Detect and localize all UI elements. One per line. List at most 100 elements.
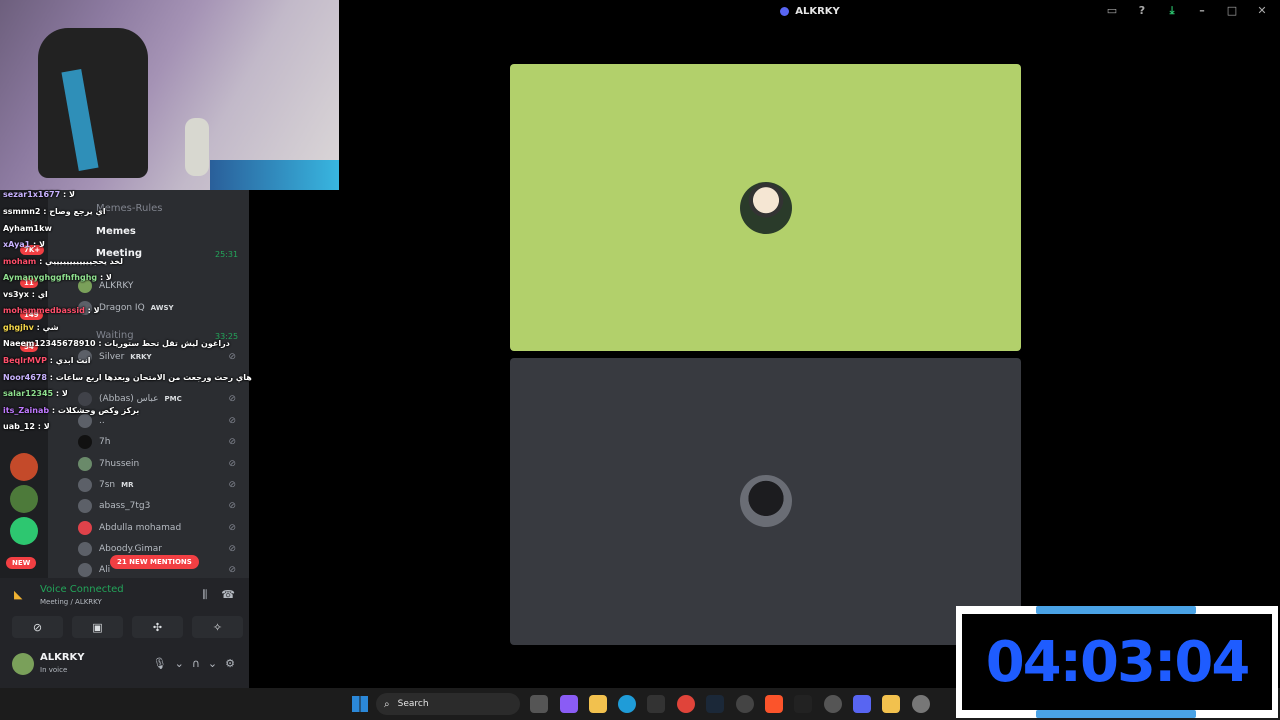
user-tag: KRKY bbox=[130, 353, 152, 361]
close-icon[interactable]: ✕ bbox=[1254, 4, 1270, 18]
activities-button[interactable]: ✣ bbox=[132, 616, 183, 638]
voice-status[interactable]: Voice Connected bbox=[40, 584, 124, 595]
avatar bbox=[78, 457, 92, 471]
channel-memes[interactable]: Memes bbox=[96, 226, 136, 237]
microphone bbox=[185, 118, 209, 176]
avatar bbox=[78, 499, 92, 513]
deafened-icon: ⊘ bbox=[228, 544, 236, 554]
avatar bbox=[78, 392, 92, 406]
user-tag: PMC bbox=[164, 395, 182, 403]
disconnect-icon[interactable]: ☎ bbox=[221, 588, 235, 602]
new-mentions-pill[interactable]: 21 NEW MENTIONS bbox=[110, 555, 199, 569]
voice-panel: ◣ Voice Connected Meeting / ALKRKY ⫼ ☎ ⊘… bbox=[0, 578, 249, 688]
deafened-icon: ⊘ bbox=[228, 352, 236, 362]
chat-message: ghgjhv : شي bbox=[3, 323, 59, 332]
discord-icon[interactable] bbox=[853, 695, 871, 713]
camera-button[interactable]: ⊘ bbox=[12, 616, 63, 638]
folder-icon[interactable] bbox=[882, 695, 900, 713]
minimize-icon[interactable]: – bbox=[1194, 4, 1210, 18]
server-icon[interactable] bbox=[10, 485, 38, 513]
deafened-icon: ⊘ bbox=[228, 437, 236, 447]
call-tile-dragon[interactable] bbox=[510, 358, 1021, 645]
screen-share-button[interactable]: ▣ bbox=[72, 616, 123, 638]
voice-user[interactable]: 7sn MR ⊘ bbox=[78, 476, 248, 494]
microphone-icon[interactable]: 🎙 bbox=[153, 657, 167, 670]
avatar bbox=[78, 478, 92, 492]
settings-gear-icon[interactable] bbox=[912, 695, 930, 713]
title-bar: ALKRKY ▭ ? ⤓ – □ ✕ bbox=[340, 0, 1280, 22]
download-icon[interactable]: ⤓ bbox=[1164, 4, 1180, 18]
avatar bbox=[78, 521, 92, 535]
windows-start-icon[interactable] bbox=[352, 696, 368, 712]
screen-share-icon[interactable]: ▭ bbox=[1104, 4, 1120, 18]
maximize-icon[interactable]: □ bbox=[1224, 4, 1240, 18]
voice-user[interactable]: Silver KRKY ⊘ bbox=[78, 348, 248, 366]
led-strip bbox=[210, 160, 339, 190]
user-status: In voice bbox=[40, 666, 68, 674]
username[interactable]: ALKRKY bbox=[40, 652, 85, 663]
stream-clock-overlay: 04:03:04 bbox=[956, 606, 1278, 718]
avatar bbox=[78, 542, 92, 556]
signal-icon[interactable]: ◣ bbox=[14, 588, 22, 601]
discord-logo-icon bbox=[780, 6, 790, 16]
user-avatar bbox=[740, 475, 792, 527]
user-tag: AWSY bbox=[150, 304, 174, 312]
voice-user[interactable]: 7hussein ⊘ bbox=[78, 455, 248, 473]
chat-message: BeqlrMVP : انت ابدي bbox=[3, 356, 91, 365]
noise-suppression-icon[interactable]: ⫼ bbox=[202, 588, 207, 602]
file-explorer-icon[interactable] bbox=[589, 695, 607, 713]
store-icon[interactable] bbox=[647, 695, 665, 713]
window-title: ALKRKY bbox=[795, 5, 840, 17]
taskbar-search[interactable]: ⌕ Search bbox=[376, 693, 520, 715]
voice-user[interactable]: 7h ⊘ bbox=[78, 433, 248, 451]
capcut-icon[interactable] bbox=[794, 695, 812, 713]
voice-location[interactable]: Meeting / ALKRKY bbox=[40, 598, 102, 606]
obs-icon[interactable] bbox=[736, 695, 754, 713]
voice-user[interactable]: abass_7tg3 ⊘ bbox=[78, 497, 248, 515]
deafened-icon: ⊘ bbox=[228, 394, 236, 404]
avatar bbox=[78, 435, 92, 449]
brave-icon[interactable] bbox=[765, 695, 783, 713]
chat-message: its_Zainab : بركز وكص وحشكلات bbox=[3, 406, 140, 415]
meeting-timer: 25:31 bbox=[215, 250, 239, 259]
chat-message: sezar1x1677 : لا bbox=[3, 190, 75, 199]
webcam-overlay bbox=[0, 0, 339, 190]
deafened-icon: ⊘ bbox=[228, 416, 236, 426]
voice-user[interactable]: Abdulla mohamad ⊘ bbox=[78, 519, 248, 537]
clock-time: 04:03:04 bbox=[985, 629, 1251, 695]
headphones-icon[interactable]: ∩ bbox=[192, 657, 200, 670]
voice-user[interactable]: Dragon IQ AWSY bbox=[78, 299, 248, 317]
steam-icon[interactable] bbox=[706, 695, 724, 713]
soundboard-icon: ✧ bbox=[212, 620, 223, 634]
task-view-icon[interactable] bbox=[530, 695, 548, 713]
user-avatar bbox=[740, 182, 792, 234]
soundboard-button[interactable]: ✧ bbox=[192, 616, 243, 638]
activities-icon: ✣ bbox=[152, 620, 163, 634]
edge-icon[interactable] bbox=[618, 695, 636, 713]
chat-message: ssmmn2 : اي يرجع وصاح bbox=[3, 207, 106, 216]
chat-message: moham : لخد يحجييييييييييييي bbox=[3, 257, 124, 266]
chat-message: uab_12 : لا bbox=[3, 422, 50, 431]
search-icon: ⌕ bbox=[384, 698, 390, 710]
avatar bbox=[78, 414, 92, 428]
deafened-icon: ⊘ bbox=[228, 523, 236, 533]
chat-message: xAya1 : لا bbox=[3, 240, 45, 249]
chevron-down-icon[interactable]: ⌄ bbox=[175, 657, 184, 670]
deafened-icon: ⊘ bbox=[228, 459, 236, 469]
chrome-icon[interactable] bbox=[677, 695, 695, 713]
avatar bbox=[78, 563, 92, 577]
chevron-down-icon[interactable]: ⌄ bbox=[208, 657, 217, 670]
chat-message: Aymanyghggfhfhghg : لا bbox=[3, 273, 112, 282]
app-icon[interactable] bbox=[824, 695, 842, 713]
new-badge[interactable]: NEW bbox=[6, 557, 37, 569]
call-tile-alkrky[interactable] bbox=[510, 64, 1021, 351]
server-icon[interactable] bbox=[10, 453, 38, 481]
chat-message: Ayham1kw bbox=[3, 224, 52, 233]
camera-off-icon: ⊘ bbox=[32, 620, 43, 634]
help-icon[interactable]: ? bbox=[1134, 4, 1150, 18]
deafened-icon: ⊘ bbox=[228, 565, 236, 575]
copilot-icon[interactable] bbox=[560, 695, 578, 713]
settings-gear-icon[interactable]: ⚙ bbox=[225, 657, 235, 670]
server-icon[interactable] bbox=[10, 517, 38, 545]
avatar[interactable] bbox=[12, 653, 34, 675]
